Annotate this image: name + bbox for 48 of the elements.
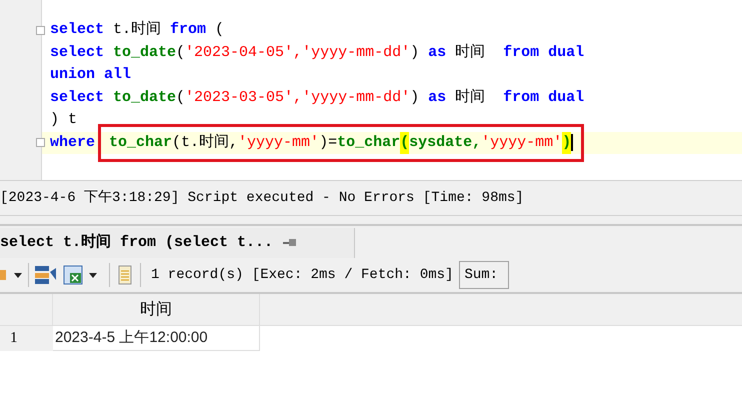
code-token: union all [50,65,132,85]
code-token: to_date [113,42,176,62]
code-token: )= [319,132,338,152]
caret-icon[interactable] [14,272,22,278]
code-token: sysdate, [409,132,482,152]
code-token: select [50,42,106,62]
export-icon[interactable] [35,266,57,284]
code-token: 'yyyy-mm' [481,132,562,152]
code-token: '2023-04-05','yyyy-mm-dd' [185,42,410,62]
code-token: select [50,88,106,108]
scroll-icon[interactable] [116,264,134,286]
fold-marker-icon[interactable] [36,138,45,148]
code-token: from dual [503,88,584,108]
code-token: to_char [109,132,172,152]
sum-field: Sum: [459,261,510,289]
code-token: t.时间 [112,20,162,40]
code-editor[interactable] [0,0,742,180]
code-token: select [50,20,104,40]
code-token: where [50,132,96,152]
code-token: ( [176,88,186,108]
code-token: 时间 [454,42,486,62]
code-token: (t.时间, [172,132,238,152]
code-token: from [170,20,206,40]
table-cell: 2023-4-5 上午12:00:00 [53,326,260,351]
code-token: ( [400,132,410,154]
code-token: as [428,42,446,62]
code-token: ( [214,20,224,40]
code-token: ) [562,132,572,154]
caret-icon[interactable] [89,272,97,278]
code-token: as [428,88,446,108]
code-token: ) [410,42,420,62]
code-token: to_date [113,88,176,108]
code-token: ) t [50,110,78,130]
code-token: ) [410,88,420,108]
status-message: [2023-4-6 下午3:18:29] Script executed - No Errors [Time: 98ms] [0,188,524,208]
text-cursor [571,134,574,152]
code-token: ( [176,42,186,62]
code-token: 时间 [454,88,486,108]
record-info: 1 record(s) [Exec: 2ms / Fetch: 0ms] [151,266,454,284]
row-number: 1 [0,326,53,351]
spreadsheet-icon[interactable] [63,265,83,285]
code-token: from dual [503,42,584,62]
code-token: to_char [337,132,400,152]
result-tab[interactable]: select t.时间 from (select t... [0,228,355,258]
code-token: 'yyyy-mm' [238,132,320,152]
fold-marker-icon[interactable] [36,26,45,35]
code-token: '2023-03-05','yyyy-mm-dd' [185,88,410,108]
pin-icon[interactable] [283,237,298,249]
